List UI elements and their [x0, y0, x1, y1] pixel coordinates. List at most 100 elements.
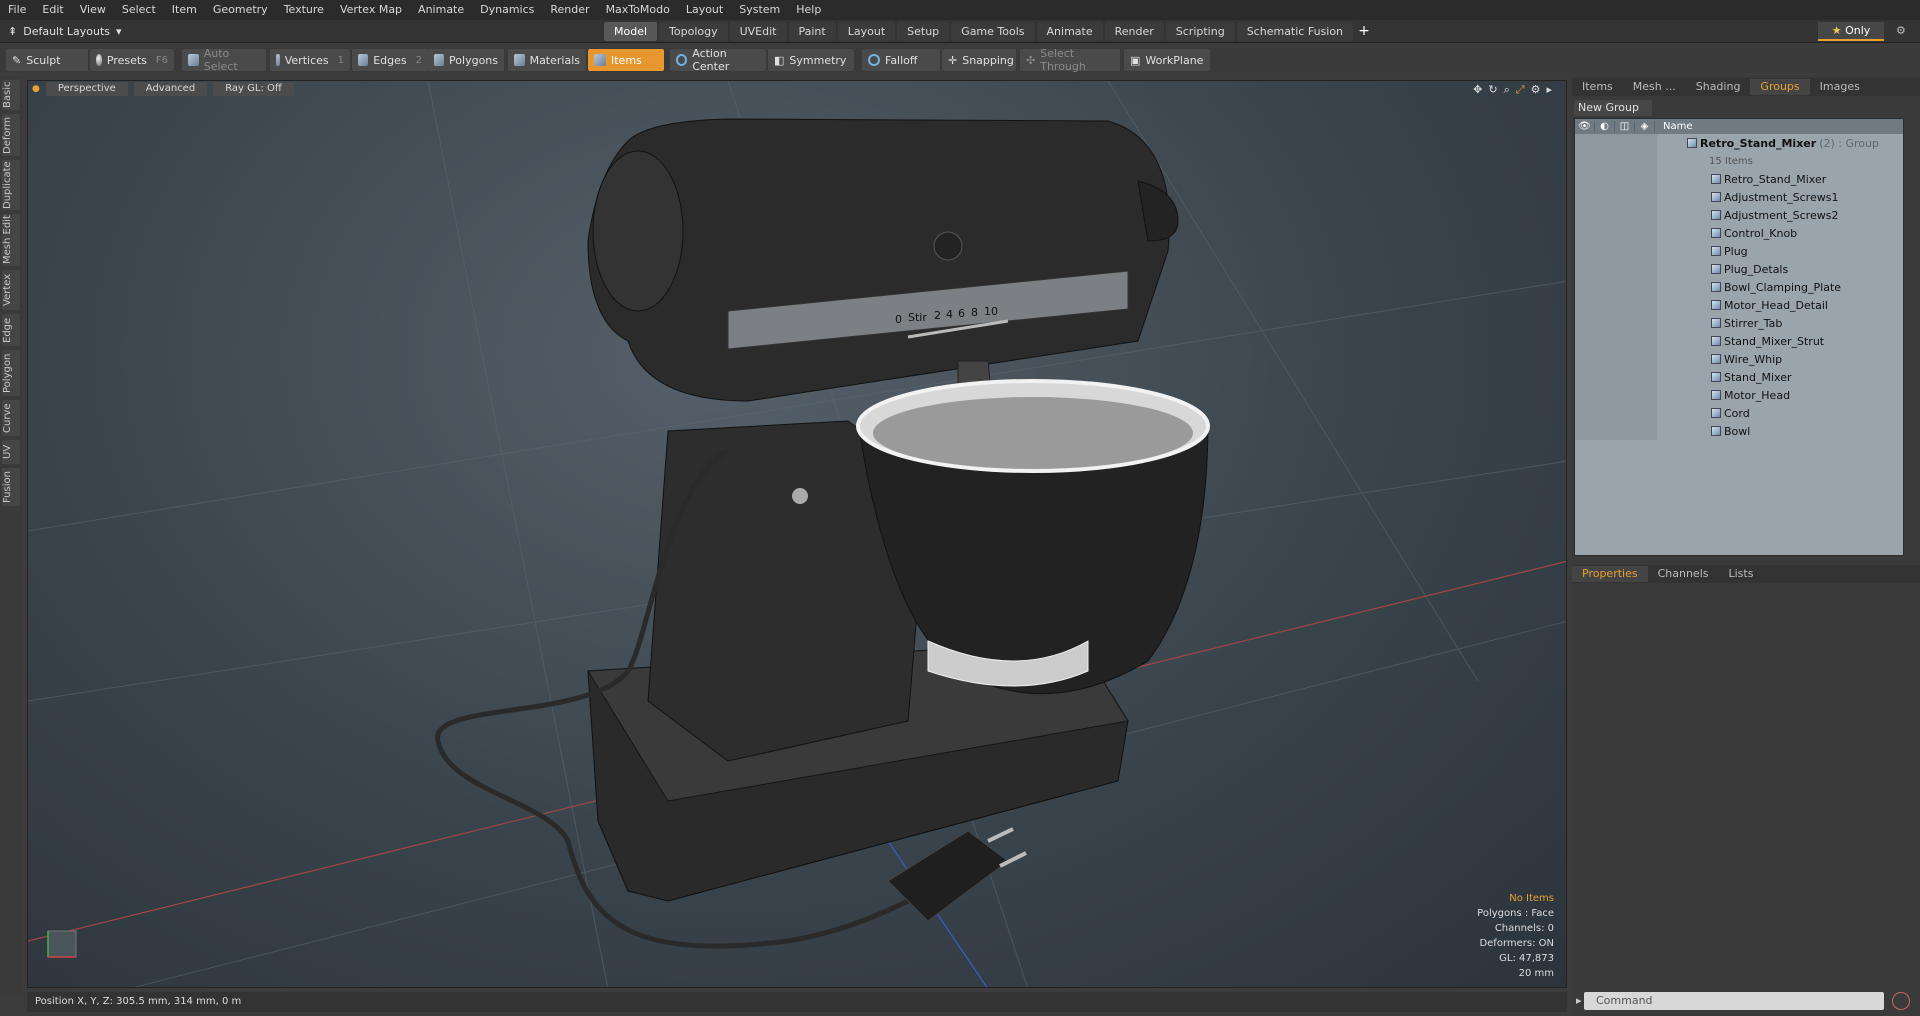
panel-tab-items[interactable]: Items [1572, 79, 1623, 95]
menu-item-item[interactable]: Item [164, 0, 205, 20]
fit-view-icon[interactable]: ⤢ [1516, 83, 1525, 97]
snapping-button[interactable]: ✛ Snapping [942, 49, 1016, 71]
adjustment-screw[interactable] [792, 488, 808, 504]
left-tab-polygon[interactable]: Polygon [2, 350, 20, 396]
list-item[interactable]: Stand_Mixer [1575, 368, 1903, 386]
polygons-button[interactable]: Polygons [428, 49, 504, 71]
command-expand-icon[interactable]: ▸ [1576, 994, 1582, 1007]
render-column-icon[interactable]: ◐ [1595, 121, 1615, 132]
tab-schematic-fusion[interactable]: Schematic Fusion [1236, 22, 1354, 41]
group-row[interactable]: Retro_Stand_Mixer (2) : Group [1575, 134, 1903, 152]
menu-item-dynamics[interactable]: Dynamics [472, 0, 542, 20]
list-item[interactable]: Cord [1575, 404, 1903, 422]
presets-button[interactable]: Presets F6 [90, 49, 174, 71]
menu-item-animate[interactable]: Animate [410, 0, 472, 20]
auto-select-button[interactable]: Auto Select [182, 47, 266, 73]
menu-item-vertex-map[interactable]: Vertex Map [332, 0, 410, 20]
materials-button[interactable]: Materials [508, 49, 586, 71]
panel-tab-images[interactable]: Images [1810, 79, 1870, 95]
panel-tab-lists[interactable]: Lists [1719, 566, 1764, 582]
tab-paint[interactable]: Paint [788, 22, 836, 41]
list-item[interactable]: Wire_Whip [1575, 350, 1903, 368]
action-center-button[interactable]: Action Center [670, 47, 766, 73]
menu-item-edit[interactable]: Edit [34, 0, 71, 20]
left-tab-mesh-edit[interactable]: Mesh Edit [2, 214, 20, 266]
window-options-icon[interactable]: ⚙ [1896, 24, 1912, 38]
add-tab-icon[interactable]: + [1355, 22, 1373, 41]
menu-item-select[interactable]: Select [114, 0, 164, 20]
list-item[interactable]: Plug_Detals [1575, 260, 1903, 278]
list-item[interactable]: Adjustment_Screws2 [1575, 206, 1903, 224]
falloff-button[interactable]: Falloff [862, 49, 940, 71]
menu-item-render[interactable]: Render [542, 0, 597, 20]
expand-icon[interactable]: ▸ [1546, 83, 1552, 97]
panel-tab-properties[interactable]: Properties [1572, 566, 1648, 582]
tab-animate[interactable]: Animate [1036, 22, 1103, 41]
tab-layout[interactable]: Layout [837, 22, 896, 41]
lock-column-icon[interactable]: ◫ [1615, 121, 1635, 132]
menu-item-maxtomodo[interactable]: MaxToModo [598, 0, 678, 20]
plug[interactable] [887, 827, 1027, 922]
3d-viewport[interactable]: 0 Stir 2 4 6 8 10 ● Perspective Advanced… [27, 80, 1567, 988]
rotate-view-icon[interactable]: ↻ [1488, 83, 1497, 97]
list-item[interactable]: Motor_Head_Detail [1575, 296, 1903, 314]
tab-game-tools[interactable]: Game Tools [951, 22, 1035, 41]
left-tab-duplicate[interactable]: Duplicate [2, 160, 20, 210]
visibility-column-icon[interactable]: 👁 [1575, 121, 1595, 132]
edges-button[interactable]: Edges 2 [352, 49, 428, 71]
raygl-button[interactable]: Ray GL: Off [213, 82, 294, 96]
items-button[interactable]: Items [588, 49, 664, 71]
menu-item-file[interactable]: File [0, 0, 34, 20]
shading-mode-button[interactable]: Advanced [133, 82, 208, 96]
vertices-button[interactable]: Vertices 1 [270, 49, 350, 71]
layout-selector[interactable]: ⇞ Default Layouts ▾ [8, 23, 122, 40]
symmetry-button[interactable]: ◧ Symmetry [768, 49, 854, 71]
list-item[interactable]: Retro_Stand_Mixer [1575, 170, 1903, 188]
tab-scripting[interactable]: Scripting [1165, 22, 1235, 41]
menu-item-layout[interactable]: Layout [678, 0, 731, 20]
list-item[interactable]: Adjustment_Screws1 [1575, 188, 1903, 206]
command-input[interactable]: Command [1584, 992, 1884, 1010]
left-tab-fusion[interactable]: Fusion [2, 468, 20, 506]
zoom-view-icon[interactable]: ⌕ [1504, 83, 1510, 97]
menu-item-view[interactable]: View [72, 0, 114, 20]
list-item[interactable]: Motor_Head [1575, 386, 1903, 404]
layout-collapse-icon[interactable]: ⇞ [8, 25, 17, 38]
panel-tab-groups[interactable]: Groups [1750, 79, 1810, 95]
list-item[interactable]: Plug [1575, 242, 1903, 260]
list-item[interactable]: Stirrer_Tab [1575, 314, 1903, 332]
left-tab-curve[interactable]: Curve [2, 400, 20, 436]
tab-model[interactable]: Model [604, 22, 658, 41]
only-toggle[interactable]: ★ Only [1818, 22, 1884, 41]
gear-icon[interactable]: ⚙ [1531, 83, 1541, 97]
tab-topology[interactable]: Topology [659, 22, 728, 41]
list-item[interactable]: Bowl_Clamping_Plate [1575, 278, 1903, 296]
new-group-button[interactable]: New Group [1574, 100, 1652, 116]
tab-uvedit[interactable]: UVEdit [729, 22, 787, 41]
command-history-button[interactable] [1892, 992, 1910, 1010]
name-column-header[interactable]: Name [1655, 121, 1693, 132]
panel-tab-shading[interactable]: Shading [1686, 79, 1751, 95]
left-tab-deform[interactable]: Deform [2, 114, 20, 156]
left-tab-uv[interactable]: UV [2, 440, 20, 464]
left-tab-basic[interactable]: Basic [2, 80, 20, 110]
tab-render[interactable]: Render [1104, 22, 1164, 41]
view-type-button[interactable]: Perspective [45, 82, 128, 96]
move-view-icon[interactable]: ✥ [1473, 83, 1482, 97]
select-through-button[interactable]: ✣ Select Through [1020, 47, 1120, 73]
menu-item-help[interactable]: Help [788, 0, 829, 20]
panel-tab-mesh[interactable]: Mesh ... [1623, 79, 1686, 95]
tab-setup[interactable]: Setup [897, 22, 950, 41]
menu-item-texture[interactable]: Texture [276, 0, 332, 20]
list-item[interactable]: Bowl [1575, 422, 1903, 440]
menu-item-system[interactable]: System [731, 0, 788, 20]
viewport-menu-icon[interactable]: ● [32, 84, 40, 94]
left-tab-vertex[interactable]: Vertex [2, 270, 20, 310]
workplane-button[interactable]: ▣ WorkPlane [1124, 49, 1210, 71]
panel-tab-channels[interactable]: Channels [1648, 566, 1719, 582]
list-item[interactable]: Control_Knob [1575, 224, 1903, 242]
scene-render[interactable]: 0 Stir 2 4 6 8 10 [28, 81, 1567, 988]
menu-item-geometry[interactable]: Geometry [205, 0, 276, 20]
left-tab-edge[interactable]: Edge [2, 314, 20, 346]
select-column-icon[interactable]: ◈ [1635, 121, 1655, 132]
